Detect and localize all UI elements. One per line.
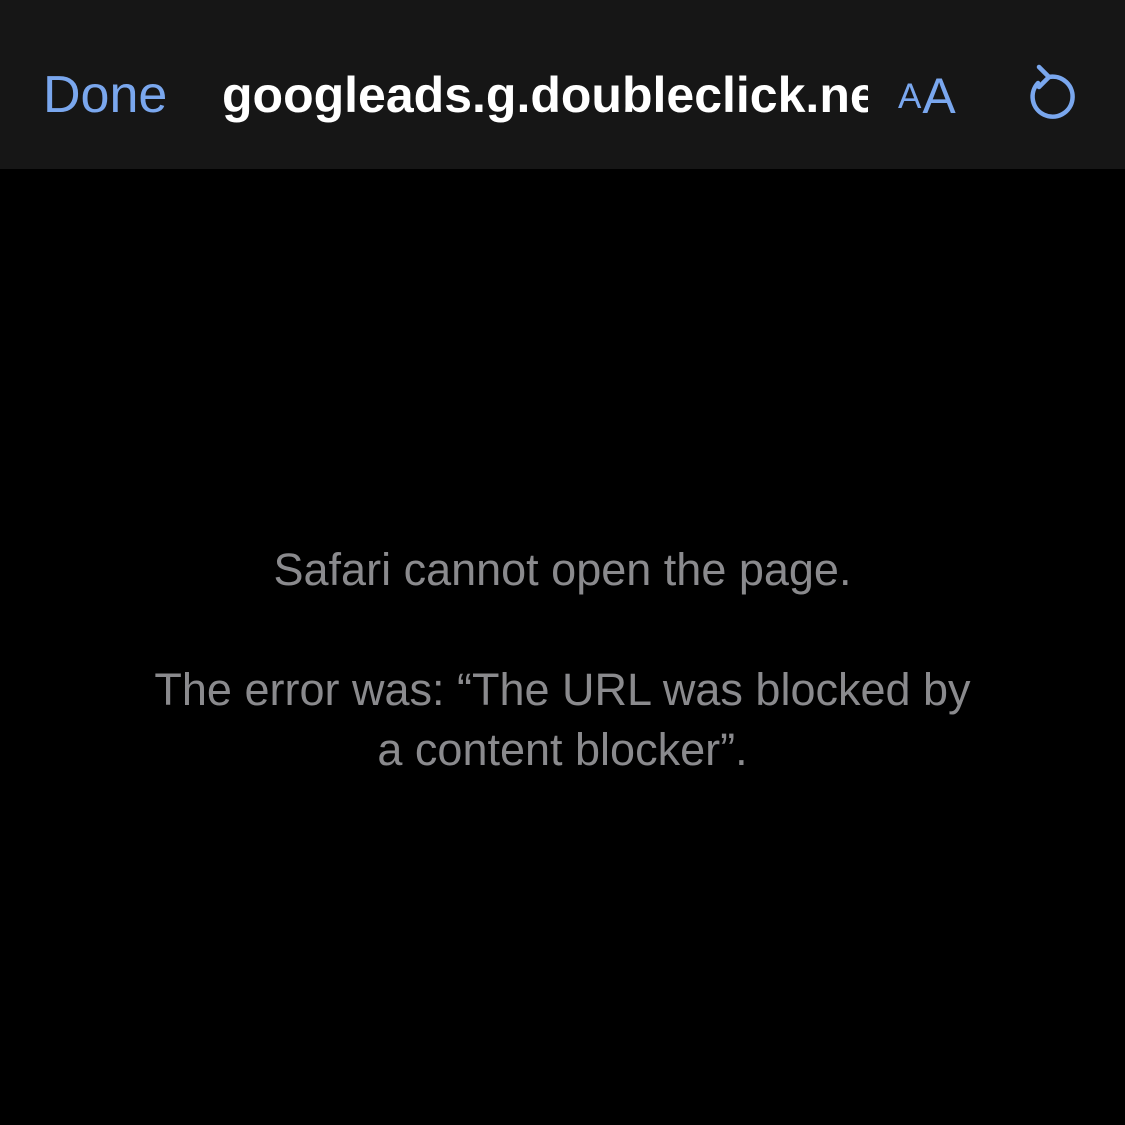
safari-view: Done googleads.g.doubleclick.net A A Saf… — [0, 0, 1125, 1125]
done-button[interactable]: Done — [43, 62, 167, 128]
error-message: Safari cannot open the page. The error w… — [0, 540, 1125, 780]
error-detail: The error was: “The URL was blocked by a… — [154, 664, 971, 775]
browser-toolbar: Done googleads.g.doubleclick.net A A — [0, 0, 1125, 169]
text-size-small-a: A — [898, 77, 922, 116]
text-size-large-a: A — [922, 68, 956, 124]
error-title: Safari cannot open the page. — [273, 544, 852, 595]
url-title: googleads.g.doubleclick.net — [222, 67, 868, 123]
reload-button[interactable] — [1016, 64, 1076, 128]
reload-icon — [1016, 64, 1076, 128]
text-size-button[interactable]: A A — [898, 62, 956, 128]
